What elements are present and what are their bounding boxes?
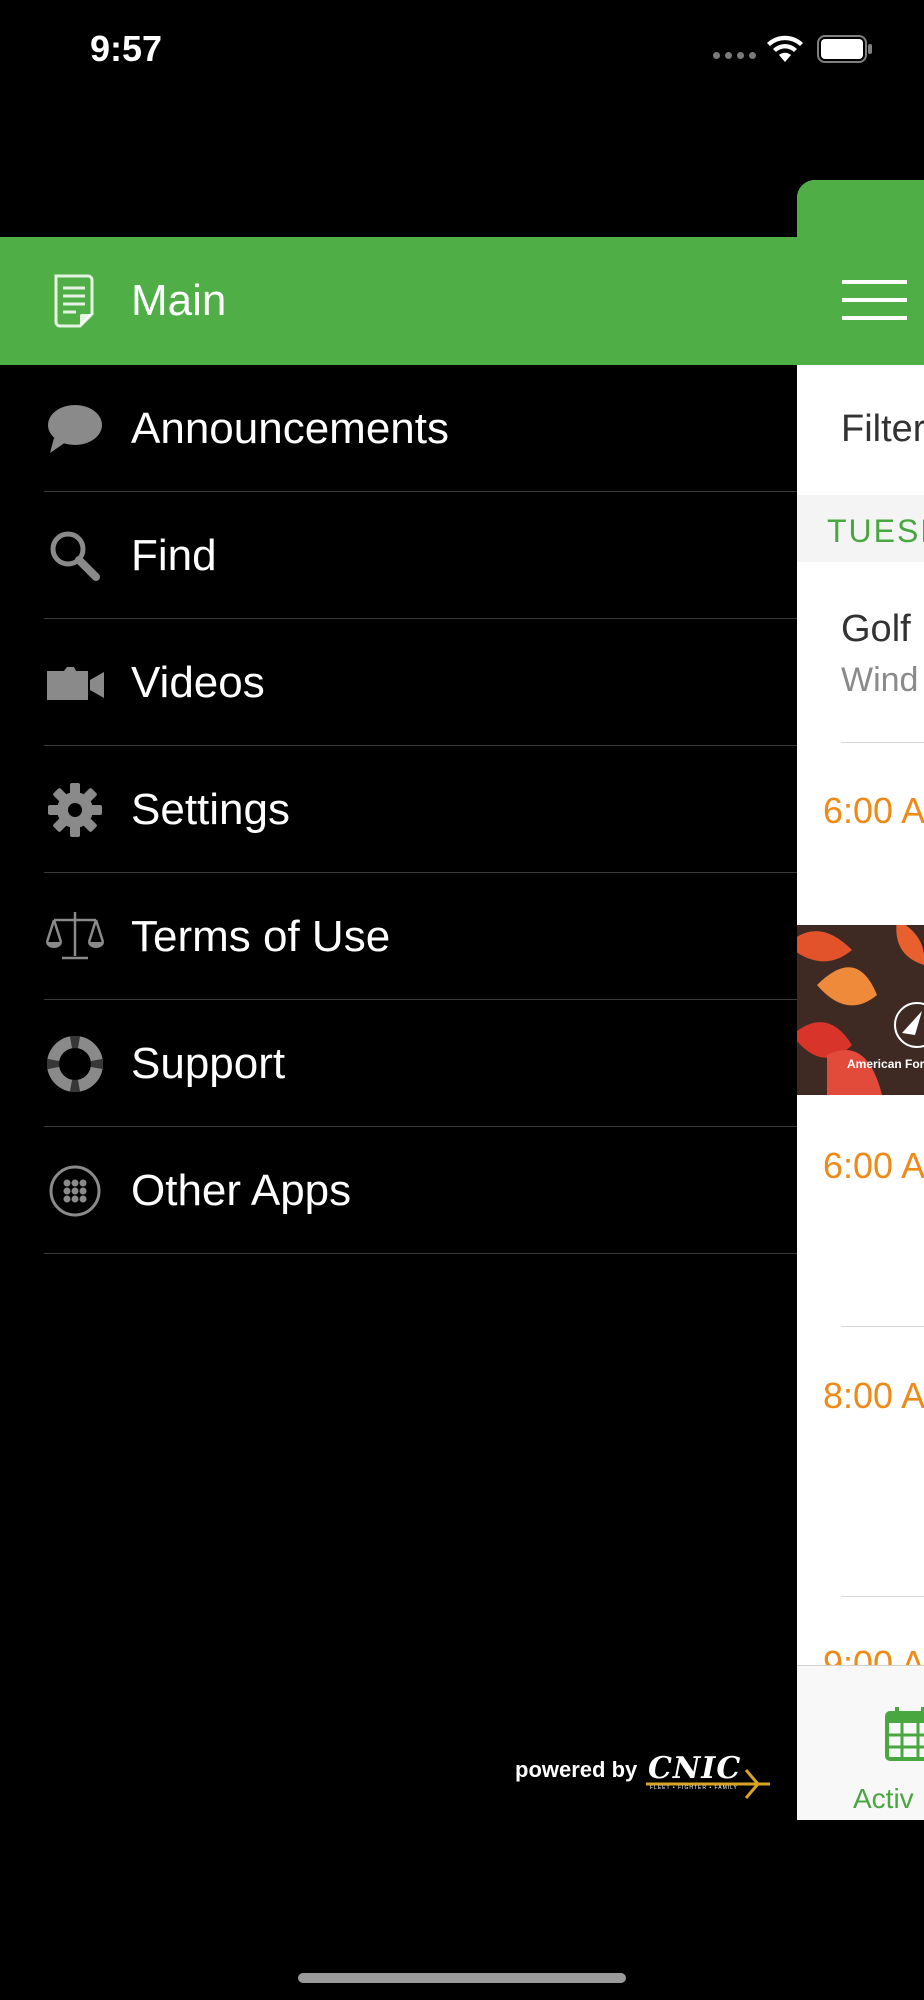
menu-item-label: Terms of Use: [131, 911, 391, 961]
event-time: 8:00 A: [823, 1375, 924, 1416]
cellular-signal-icon: [713, 52, 756, 59]
speech-bubble-icon: [48, 404, 102, 453]
event-time: 6:00 A: [823, 790, 924, 831]
gear-icon: [48, 782, 102, 837]
divider: [44, 1253, 797, 1254]
menu-item-label: Other Apps: [131, 1165, 352, 1215]
menu-item-label: Settings: [131, 784, 290, 834]
day-label: TUESD: [827, 513, 924, 549]
menu-item-label: Announcements: [131, 403, 449, 453]
promo-caption: American For: [847, 1057, 924, 1071]
menu-item-label: Videos: [131, 657, 265, 707]
menu-item-main[interactable]: Main: [0, 237, 797, 364]
menu-item-label: Support: [131, 1038, 286, 1088]
event-subtitle: Wind: [841, 661, 919, 699]
home-indicator[interactable]: [298, 1973, 626, 1983]
event-time: 6:00 A: [823, 1145, 924, 1186]
menu-item-terms-of-use[interactable]: Terms of Use: [0, 873, 797, 1000]
event-title[interactable]: Golf: [841, 608, 911, 651]
hamburger-menu-icon[interactable]: [842, 280, 907, 320]
cnic-tagline: FLEET • FIGHTER • FAMILY: [650, 1785, 738, 1791]
divider: [841, 1326, 924, 1327]
app-header: [797, 180, 924, 365]
document-icon: [54, 274, 94, 327]
divider: [841, 1596, 924, 1597]
filter-button[interactable]: Filter: [841, 408, 924, 451]
cnic-logo: CNIC: [648, 1751, 742, 1786]
menu-item-announcements[interactable]: Announcements: [0, 365, 797, 492]
menu-item-videos[interactable]: Videos: [0, 619, 797, 746]
divider: [841, 742, 924, 743]
scales-icon: [45, 911, 105, 959]
battery-icon: [817, 35, 872, 63]
magnifier-icon: [50, 531, 100, 581]
menu-item-find[interactable]: Find: [0, 492, 797, 619]
calendar-icon[interactable]: [885, 1705, 924, 1763]
menu-item-other-apps[interactable]: Other Apps: [0, 1127, 797, 1254]
wifi-icon: [767, 35, 803, 62]
menu-item-settings[interactable]: Settings: [0, 746, 797, 873]
menu-item-support[interactable]: Support: [0, 1000, 797, 1127]
tab-activities[interactable]: Activ: [853, 1783, 914, 1815]
menu-item-label: Find: [131, 530, 217, 580]
app-grid-icon: [49, 1165, 101, 1216]
lifebuoy-icon: [47, 1035, 103, 1092]
main-content-panel[interactable]: Filter TUESD Golf Wind 6:00 A American F…: [797, 180, 924, 1820]
status-time: 9:57: [90, 28, 163, 69]
powered-by-label: powered by: [515, 1757, 638, 1782]
video-camera-icon: [47, 666, 104, 700]
menu-item-label: Main: [131, 275, 227, 325]
